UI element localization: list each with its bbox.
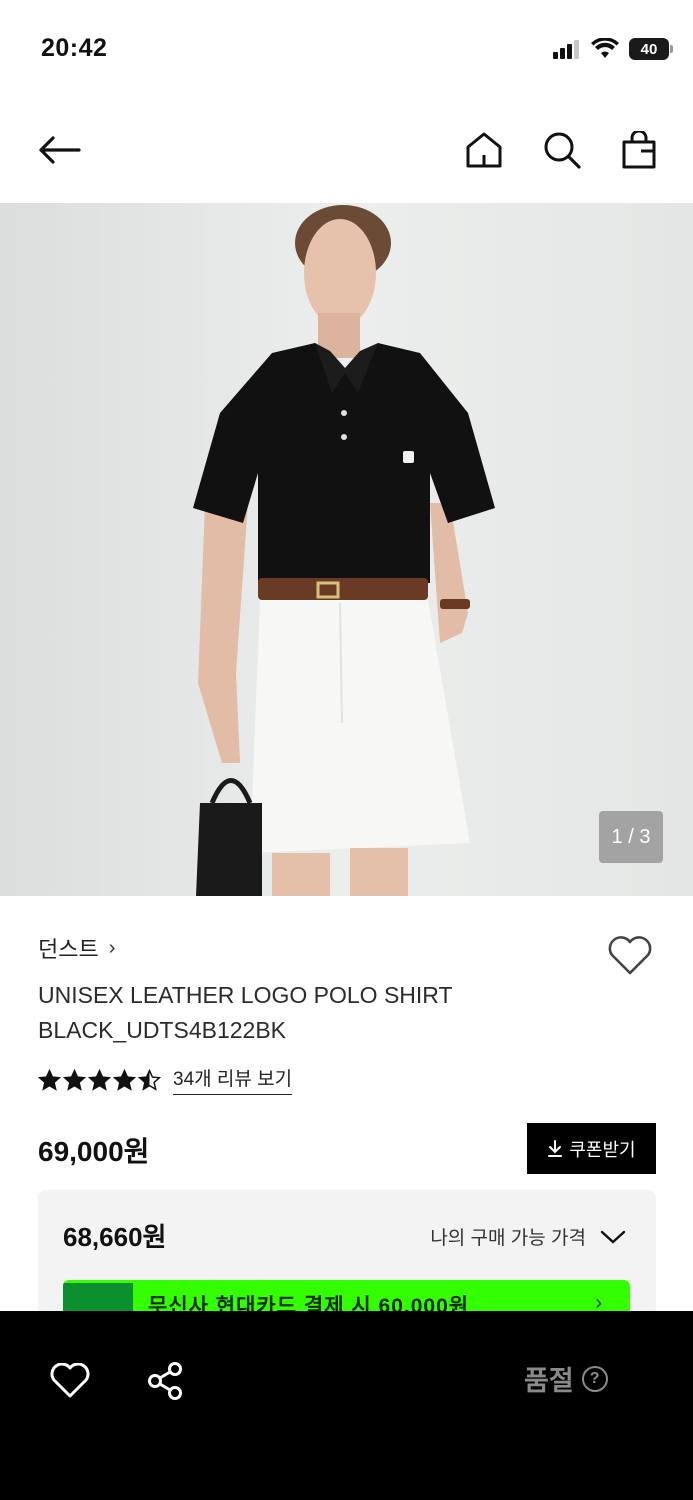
shopping-bag-icon <box>622 131 656 169</box>
bottom-wishlist-button[interactable] <box>42 1353 98 1409</box>
my-price-label: 나의 구매 가능 가격 <box>430 1228 586 1249</box>
soldout-label: 품절 <box>524 1366 574 1396</box>
top-nav <box>0 110 693 190</box>
brand-name: 던스트 <box>38 937 99 962</box>
bottom-action-bar: 품절 ? <box>0 1311 693 1500</box>
cart-button[interactable] <box>613 124 665 176</box>
wifi-icon <box>591 38 619 58</box>
coupon-button[interactable]: 쿠폰받기 <box>527 1123 656 1174</box>
home-icon <box>466 132 502 168</box>
product-price: 69,000원 <box>38 1136 150 1167</box>
star-icon <box>138 1068 161 1091</box>
chevron-down-icon <box>600 1230 626 1244</box>
image-counter: 1 / 3 <box>599 811 663 863</box>
product-title: UNISEX LEATHER LOGO POLO SHIRT BLACK_UDT… <box>38 982 453 1043</box>
cellular-signal-icon <box>553 40 579 59</box>
back-arrow-icon <box>39 136 81 164</box>
star-icon <box>113 1068 136 1091</box>
battery-indicator: 40 <box>629 38 673 60</box>
download-icon <box>548 1139 563 1157</box>
question-icon[interactable]: ? <box>581 1365 608 1392</box>
soldout-status: 품절 ? <box>524 1359 608 1398</box>
my-price-box[interactable]: 68,660원 나의 구매 가능 가격 무신사 현대카드 결제 시 60,000… <box>38 1190 656 1320</box>
share-icon <box>148 1362 182 1400</box>
my-price-toggle[interactable]: 나의 구매 가능 가격 <box>430 1223 626 1250</box>
product-photo <box>0 203 693 896</box>
product-image-gallery[interactable] <box>0 203 693 896</box>
search-icon <box>544 132 581 169</box>
product-info: 던스트 › <box>38 930 658 966</box>
brand-link[interactable]: 던스트 › <box>38 930 658 966</box>
home-button[interactable] <box>458 124 510 176</box>
star-icon <box>88 1068 111 1091</box>
heart-icon <box>50 1363 90 1398</box>
wishlist-button[interactable] <box>606 934 654 978</box>
star-rating <box>38 1068 161 1091</box>
my-price: 68,660원 <box>63 1222 167 1252</box>
star-icon <box>38 1068 61 1091</box>
heart-icon <box>608 936 652 975</box>
status-time: 20:42 <box>41 34 108 62</box>
back-button[interactable] <box>33 124 85 176</box>
chevron-right-icon: › <box>108 936 116 959</box>
review-link[interactable]: 34개 리뷰 보기 <box>173 1064 293 1095</box>
search-button[interactable] <box>536 124 588 176</box>
star-icon <box>63 1068 86 1091</box>
status-icons: 40 <box>553 38 673 60</box>
rating-row: 34개 리뷰 보기 <box>38 1064 293 1095</box>
status-bar: 20:42 40 <box>0 0 693 100</box>
coupon-button-label: 쿠폰받기 <box>569 1139 636 1160</box>
share-button[interactable] <box>137 1353 193 1409</box>
